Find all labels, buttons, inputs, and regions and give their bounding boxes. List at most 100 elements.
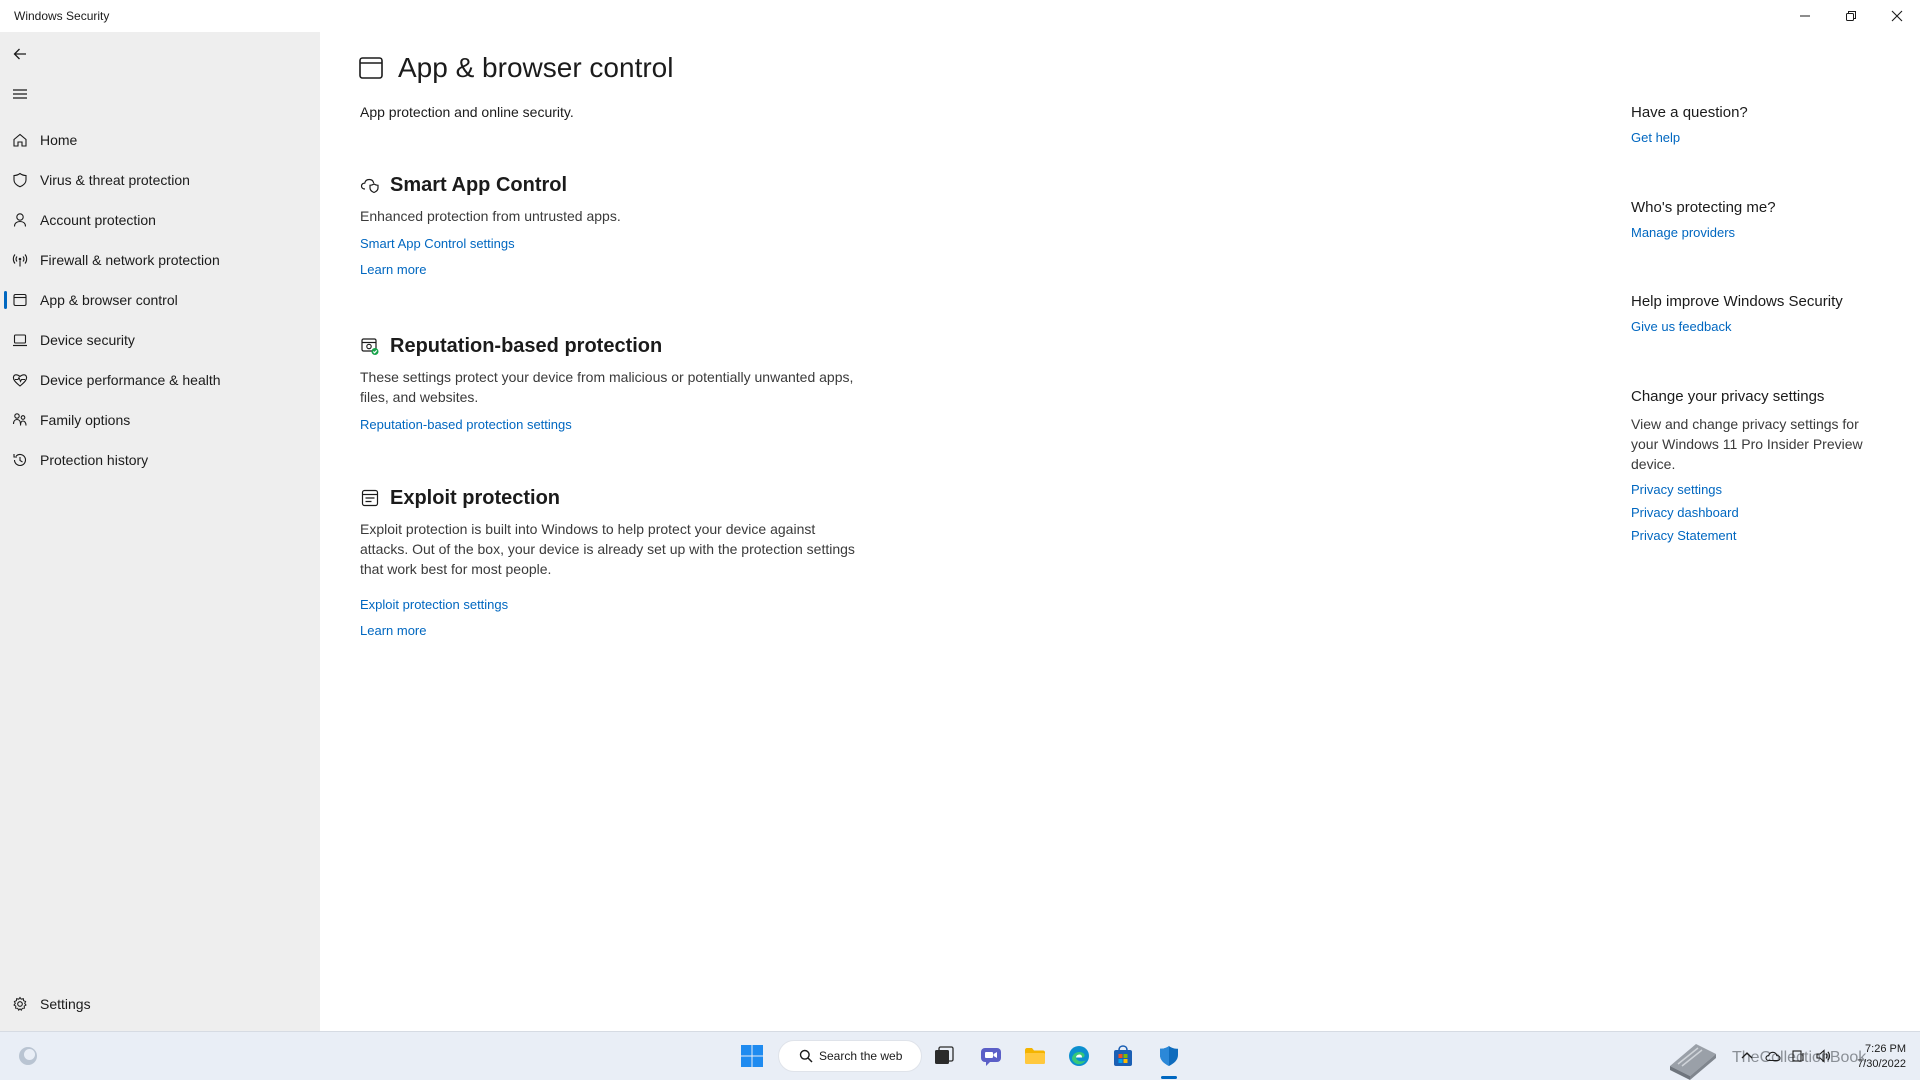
search-icon bbox=[799, 1049, 813, 1063]
sidebar-item-label: Family options bbox=[40, 412, 131, 428]
sidebar-item-app-browser-control[interactable]: App & browser control bbox=[0, 280, 320, 320]
section-description: Enhanced protection from untrusted apps. bbox=[360, 208, 621, 224]
history-icon bbox=[0, 440, 40, 480]
sidebar-item-label: Settings bbox=[40, 996, 91, 1012]
privacy-settings-link[interactable]: Privacy settings bbox=[1631, 482, 1722, 497]
exploit-protection-settings-link[interactable]: Exploit protection settings bbox=[360, 597, 508, 612]
group-heading: Change your privacy settings bbox=[1631, 388, 1825, 405]
minimize-button[interactable] bbox=[1782, 0, 1828, 32]
sidebar-item-device-security[interactable]: Device security bbox=[0, 320, 320, 360]
sidebar: Home Virus & threat protection Account p… bbox=[0, 32, 320, 1031]
taskbar-clock[interactable]: 7:26 PM 7/30/2022 bbox=[1840, 1042, 1906, 1072]
help-improve-group: Help improve Windows Security Give us fe… bbox=[1631, 293, 1871, 334]
group-heading: Who's protecting me? bbox=[1631, 199, 1776, 216]
chevron-up-icon bbox=[1741, 1052, 1753, 1059]
smart-app-control-section: Smart App Control Enhanced protection fr… bbox=[360, 172, 880, 278]
page-title: App & browser control bbox=[398, 52, 674, 83]
back-arrow-icon bbox=[13, 48, 26, 60]
onedrive-tray-icon[interactable] bbox=[1763, 1046, 1783, 1066]
chat-button[interactable] bbox=[975, 1040, 1007, 1072]
microsoft-store-button[interactable] bbox=[1107, 1040, 1139, 1072]
windows-security-taskbar-button[interactable] bbox=[1153, 1040, 1185, 1072]
volume-tray-icon[interactable] bbox=[1813, 1046, 1833, 1066]
sidebar-item-label: Protection history bbox=[40, 452, 149, 468]
group-description: View and change privacy settings for you… bbox=[1631, 416, 1863, 472]
edge-browser-button[interactable] bbox=[1063, 1040, 1095, 1072]
privacy-statement-link[interactable]: Privacy Statement bbox=[1631, 528, 1737, 543]
start-button[interactable] bbox=[736, 1040, 768, 1072]
app-window-icon bbox=[359, 57, 383, 79]
task-view-button[interactable] bbox=[928, 1040, 960, 1072]
get-help-link[interactable]: Get help bbox=[1631, 130, 1680, 145]
back-button[interactable] bbox=[8, 42, 32, 66]
sidebar-item-virus-threat[interactable]: Virus & threat protection bbox=[0, 160, 320, 200]
reputation-protection-section: Reputation-based protection These settin… bbox=[360, 333, 880, 433]
taskbar-search-box[interactable]: Search the web bbox=[778, 1040, 922, 1072]
window-title: Windows Security bbox=[14, 9, 110, 23]
cloud-icon bbox=[1765, 1051, 1781, 1062]
file-explorer-button[interactable] bbox=[1019, 1040, 1051, 1072]
task-view-icon bbox=[935, 1046, 954, 1064]
heart-pulse-icon bbox=[0, 360, 40, 400]
show-hidden-icons-button[interactable] bbox=[1737, 1046, 1757, 1066]
give-feedback-link[interactable]: Give us feedback bbox=[1631, 319, 1731, 334]
family-icon bbox=[0, 400, 40, 440]
section-description: These settings protect your device from … bbox=[360, 369, 854, 405]
sidebar-item-protection-history[interactable]: Protection history bbox=[0, 440, 320, 480]
reputation-protection-settings-link[interactable]: Reputation-based protection settings bbox=[360, 417, 572, 432]
sidebar-item-device-performance[interactable]: Device performance & health bbox=[0, 360, 320, 400]
group-heading: Have a question? bbox=[1631, 104, 1748, 121]
network-tray-icon[interactable] bbox=[1789, 1046, 1809, 1066]
sidebar-item-settings[interactable]: Settings bbox=[0, 984, 320, 1024]
ethernet-icon bbox=[1792, 1050, 1804, 1062]
section-description: Exploit protection is built into Windows… bbox=[360, 521, 855, 577]
home-icon bbox=[0, 120, 40, 160]
sidebar-item-label: Virus & threat protection bbox=[40, 172, 190, 188]
cloud-shield-icon bbox=[360, 178, 379, 194]
speaker-icon bbox=[1816, 1049, 1830, 1063]
manage-providers-link[interactable]: Manage providers bbox=[1631, 225, 1735, 240]
clock-date: 7/30/2022 bbox=[1857, 1058, 1906, 1070]
close-icon bbox=[1891, 10, 1903, 22]
reputation-icon bbox=[361, 338, 379, 355]
privacy-dashboard-link[interactable]: Privacy dashboard bbox=[1631, 505, 1739, 520]
sidebar-item-label: Firewall & network protection bbox=[40, 252, 220, 268]
shield-icon bbox=[1160, 1046, 1178, 1066]
book-logo-icon bbox=[1670, 1044, 1716, 1080]
page-subtitle: App protection and online security. bbox=[360, 104, 574, 120]
sidebar-item-label: Account protection bbox=[40, 212, 156, 228]
person-icon bbox=[0, 200, 40, 240]
restore-icon bbox=[1846, 11, 1856, 21]
sidebar-item-family-options[interactable]: Family options bbox=[0, 400, 320, 440]
whos-protecting-group: Who's protecting me? Manage providers bbox=[1631, 199, 1871, 240]
group-heading: Help improve Windows Security bbox=[1631, 293, 1843, 310]
folder-icon bbox=[1025, 1048, 1045, 1064]
restore-button[interactable] bbox=[1828, 0, 1874, 32]
taskbar: Search the web TheCollectionBook 7:26 PM… bbox=[0, 1031, 1920, 1080]
sidebar-item-label: Device security bbox=[40, 332, 135, 348]
learn-more-link[interactable]: Learn more bbox=[360, 262, 426, 277]
close-button[interactable] bbox=[1874, 0, 1920, 32]
shield-icon bbox=[0, 160, 40, 200]
section-title: Exploit protection bbox=[390, 486, 560, 509]
windows-logo-icon bbox=[741, 1045, 763, 1067]
learn-more-link[interactable]: Learn more bbox=[360, 623, 426, 638]
store-icon bbox=[1114, 1045, 1132, 1066]
sidebar-item-label: Device performance & health bbox=[40, 372, 221, 388]
sidebar-item-account-protection[interactable]: Account protection bbox=[0, 200, 320, 240]
smart-app-control-settings-link[interactable]: Smart App Control settings bbox=[360, 236, 515, 251]
laptop-icon bbox=[0, 320, 40, 360]
widgets-button[interactable] bbox=[12, 1040, 44, 1072]
gear-icon bbox=[0, 984, 40, 1024]
sidebar-item-firewall[interactable]: Firewall & network protection bbox=[0, 240, 320, 280]
antenna-icon bbox=[0, 240, 40, 280]
widgets-icon bbox=[19, 1047, 37, 1065]
page-header: App & browser control bbox=[358, 52, 673, 84]
sidebar-item-home[interactable]: Home bbox=[0, 120, 320, 160]
app-window-icon bbox=[0, 280, 40, 320]
menu-button[interactable] bbox=[8, 82, 32, 106]
sidebar-item-label: Home bbox=[40, 132, 78, 148]
sidebar-item-label: App & browser control bbox=[40, 292, 178, 308]
have-a-question-group: Have a question? Get help bbox=[1631, 104, 1871, 145]
section-title: Reputation-based protection bbox=[390, 334, 663, 357]
